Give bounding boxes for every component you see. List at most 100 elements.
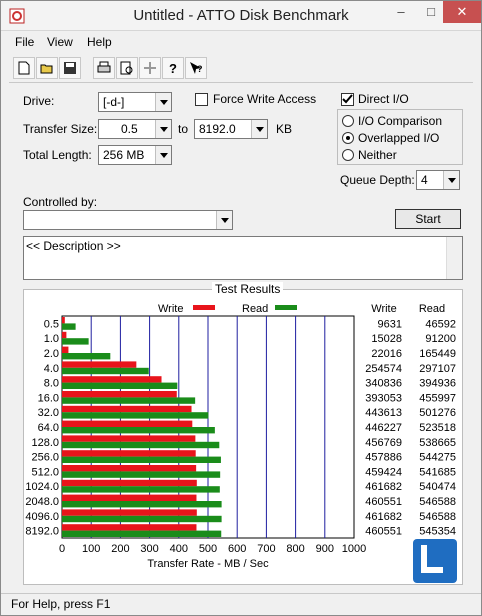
x-tick-label: 300 (140, 543, 158, 555)
y-tick-label: 128.0 (31, 437, 59, 449)
queue-depth-label: Queue Depth: (340, 173, 415, 187)
description-box[interactable]: << Description >> (23, 236, 463, 280)
transfer-size-label: Transfer Size: (23, 122, 98, 136)
direct-io-checkbox[interactable] (341, 93, 354, 106)
write-value: 459424 (365, 466, 402, 478)
chevron-down-icon[interactable] (155, 146, 171, 164)
legit-reviews-logo (413, 539, 457, 583)
start-button[interactable]: Start (395, 209, 461, 229)
force-write-checkbox[interactable] (195, 93, 208, 106)
svg-text:?: ? (197, 64, 203, 74)
read-value: 501276 (419, 407, 456, 419)
io-comparison-label: I/O Comparison (358, 114, 443, 128)
read-bar (62, 338, 89, 345)
overlapped-io-radio[interactable] (342, 132, 354, 144)
x-tick-label: 800 (286, 543, 304, 555)
write-value: 393053 (365, 392, 402, 404)
new-icon[interactable] (13, 57, 35, 79)
description-scrollbar[interactable] (446, 237, 462, 279)
write-bar (62, 361, 137, 368)
read-bar (62, 323, 76, 330)
x-tick-label: 1000 (342, 543, 366, 555)
write-value: 446227 (365, 422, 402, 434)
to-label: to (178, 122, 189, 136)
drive-select[interactable]: [-d-] (98, 92, 172, 112)
legend-write-swatch (193, 305, 215, 310)
read-bar (62, 397, 196, 404)
io-comparison-radio[interactable] (342, 115, 354, 127)
test-results-panel: Test Results 0 100 200 300 400 500 600 700 800 90… (23, 282, 463, 585)
write-bar (62, 420, 193, 427)
controlled-by-label: Controlled by: (23, 195, 98, 209)
minimize-button[interactable]: – (385, 1, 417, 23)
menu-view[interactable]: View (47, 35, 73, 49)
controlled-by-select[interactable] (23, 210, 233, 230)
x-tick-label: 700 (257, 543, 275, 555)
write-value: 456769 (365, 437, 402, 449)
x-tick-label: 600 (228, 543, 246, 555)
write-value: 340836 (365, 378, 402, 390)
legend-read-swatch (275, 305, 297, 310)
read-bar (62, 441, 220, 449)
y-tick-label: 32.0 (38, 407, 59, 419)
read-bar (62, 471, 221, 478)
neither-radio[interactable] (342, 149, 354, 161)
chevron-down-icon[interactable] (216, 211, 232, 229)
read-bar (62, 367, 149, 375)
force-write-label: Force Write Access (213, 92, 317, 106)
chevron-down-icon[interactable] (155, 120, 171, 138)
help-icon[interactable]: ? (162, 57, 184, 79)
overlapped-io-label: Overlapped I/O (358, 131, 440, 145)
chevron-down-icon[interactable] (251, 120, 267, 138)
transfer-from-select[interactable]: 0.5 (98, 119, 172, 139)
context-help-icon[interactable]: ? (185, 57, 207, 79)
read-value: 538665 (419, 437, 456, 449)
queue-depth-value: 4 (421, 173, 428, 187)
read-value: 540474 (419, 481, 456, 493)
x-tick-label: 900 (316, 543, 334, 555)
read-value: 541685 (419, 466, 456, 478)
menu-help[interactable]: Help (87, 35, 112, 49)
write-value: 457886 (365, 452, 402, 464)
read-bar (62, 456, 221, 463)
write-bar (62, 376, 162, 383)
transfer-from-value: 0.5 (121, 122, 138, 136)
menu-bar: File View Help (1, 33, 481, 53)
close-button[interactable]: ✕ (443, 1, 481, 23)
y-tick-label: 1.0 (44, 333, 59, 345)
chevron-down-icon[interactable] (443, 171, 459, 189)
read-value: 544275 (419, 452, 456, 464)
write-value: 22016 (371, 348, 402, 360)
move-icon[interactable] (139, 57, 161, 79)
svg-text:?: ? (169, 61, 177, 75)
app-window: Untitled - ATTO Disk Benchmark – □ ✕ Fil… (0, 0, 482, 616)
print-icon[interactable] (93, 57, 115, 79)
y-tick-label: 4096.0 (25, 511, 59, 523)
write-bar (62, 391, 177, 398)
column-header-write: Write (371, 303, 396, 315)
y-tick-label: 64.0 (38, 422, 59, 434)
checkmark-icon (342, 94, 353, 104)
print-preview-icon[interactable] (116, 57, 138, 79)
x-tick-label: 200 (111, 543, 129, 555)
y-tick-label: 512.0 (31, 466, 59, 478)
read-bar (62, 515, 222, 523)
y-tick-label: 8.0 (44, 378, 59, 390)
queue-depth-select[interactable]: 4 (416, 170, 460, 190)
chevron-down-icon[interactable] (155, 93, 171, 111)
write-value: 461682 (365, 511, 402, 523)
y-tick-label: 1024.0 (25, 481, 59, 493)
menu-file[interactable]: File (15, 35, 34, 49)
read-value: 91200 (425, 333, 456, 345)
title-bar[interactable]: Untitled - ATTO Disk Benchmark – □ ✕ (1, 1, 481, 31)
read-bar (62, 486, 220, 493)
total-length-select[interactable]: 256 MB (98, 145, 172, 165)
neither-label: Neither (358, 148, 397, 162)
results-chart: 0 100 200 300 400 500 600 700 800 900 1000 Transfer… (25, 303, 456, 570)
save-icon[interactable] (59, 57, 81, 79)
description-text: << Description >> (26, 239, 121, 253)
open-icon[interactable] (36, 57, 58, 79)
x-tick-label: 400 (170, 543, 188, 555)
write-value: 15028 (371, 333, 402, 345)
transfer-to-select[interactable]: 8192.0 (194, 119, 268, 139)
